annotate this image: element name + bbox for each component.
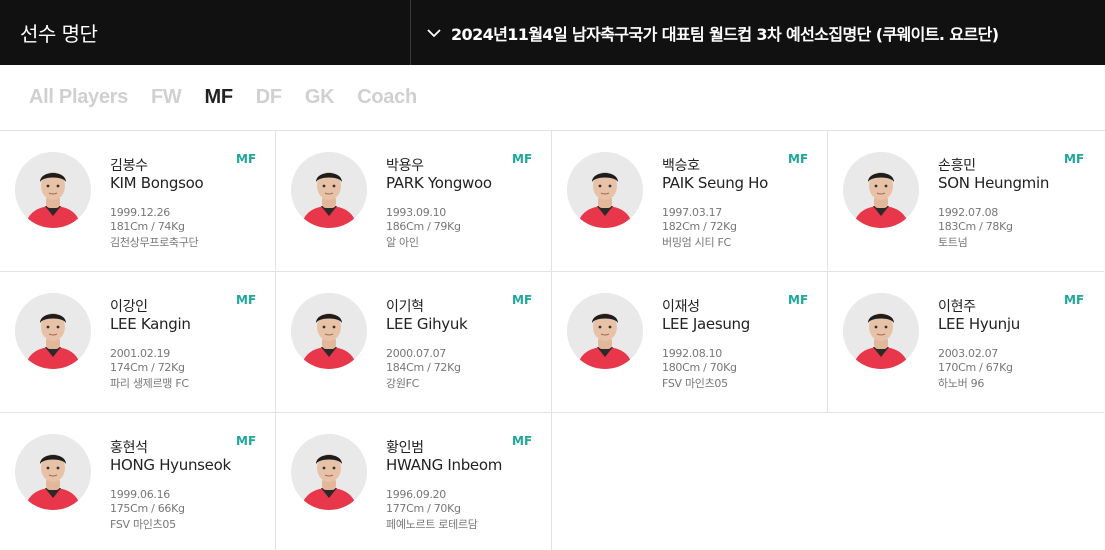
player-club: 강원FC	[386, 377, 420, 390]
player-card[interactable]: 이기혁 LEE Gihyuk MF 2000.07.07 184Cm / 72K…	[276, 272, 552, 413]
top-bar: 선수 명단 2024년11월4일 남자축구국가 대표팀 월드컵 3차 예선소집명…	[0, 0, 1105, 65]
player-club: 알 아인	[386, 236, 419, 249]
player-card[interactable]: 이재성 LEE Jaesung MF 1992.08.10 180Cm / 70…	[552, 272, 828, 413]
player-position-badge: MF	[236, 293, 257, 307]
player-position-badge: MF	[236, 152, 257, 166]
player-position-badge: MF	[1064, 293, 1085, 307]
player-name-english: SON Heungmin	[938, 174, 1050, 192]
player-height-weight: 177Cm / 70Kg	[386, 502, 461, 515]
player-photo	[291, 152, 367, 228]
player-photo	[15, 152, 91, 228]
player-name-korean: 박용우	[386, 158, 424, 174]
player-photo	[291, 434, 367, 510]
tab-all-players[interactable]: All Players	[29, 86, 128, 109]
player-birthdate: 1999.06.16	[110, 488, 170, 501]
player-birthdate: 1996.09.20	[386, 488, 446, 501]
player-birthdate: 1993.09.10	[386, 206, 446, 219]
player-height-weight: 174Cm / 72Kg	[110, 361, 185, 374]
position-filter-tabs: All Players FW MF DF GK Coach	[0, 65, 1105, 131]
player-name-english: LEE Gihyuk	[386, 315, 468, 333]
player-height-weight: 186Cm / 79Kg	[386, 220, 461, 233]
player-name-korean: 이기혁	[386, 299, 424, 315]
chevron-down-icon	[425, 24, 443, 42]
player-position-badge: MF	[1064, 152, 1085, 166]
player-name-korean: 이현주	[938, 299, 976, 315]
player-club: FSV 마인츠05	[662, 377, 728, 390]
player-height-weight: 175Cm / 66Kg	[110, 502, 185, 515]
squad-select-dropdown[interactable]: 2024년11월4일 남자축구국가 대표팀 월드컵 3차 예선소집명단 (쿠웨이…	[411, 0, 1105, 65]
player-name-english: LEE Jaesung	[662, 315, 750, 333]
player-card[interactable]: 백승호 PAIK Seung Ho MF 1997.03.17 182Cm / …	[552, 131, 828, 272]
player-name-english: LEE Kangin	[110, 315, 191, 333]
player-name-korean: 이재성	[662, 299, 700, 315]
tab-mf[interactable]: MF	[205, 86, 234, 109]
player-birthdate: 2001.02.19	[110, 347, 170, 360]
player-photo	[15, 293, 91, 369]
player-card[interactable]: 손흥민 SON Heungmin MF 1992.07.08 183Cm / 7…	[828, 131, 1104, 272]
player-name-korean: 손흥민	[938, 158, 976, 174]
player-card[interactable]: 이강인 LEE Kangin MF 2001.02.19 174Cm / 72K…	[0, 272, 276, 413]
player-height-weight: 181Cm / 74Kg	[110, 220, 185, 233]
player-name-english: PARK Yongwoo	[386, 174, 492, 192]
player-height-weight: 180Cm / 70Kg	[662, 361, 737, 374]
player-birthdate: 1999.12.26	[110, 206, 170, 219]
player-birthdate: 1992.07.08	[938, 206, 998, 219]
player-card[interactable]: 이현주 LEE Hyunju MF 2003.02.07 170Cm / 67K…	[828, 272, 1104, 413]
player-height-weight: 184Cm / 72Kg	[386, 361, 461, 374]
player-position-badge: MF	[512, 152, 533, 166]
player-birthdate: 2003.02.07	[938, 347, 998, 360]
player-photo	[567, 293, 643, 369]
player-card[interactable]: 황인범 HWANG Inbeom MF 1996.09.20 177Cm / 7…	[276, 413, 552, 550]
player-name-english: KIM Bongsoo	[110, 174, 204, 192]
player-club: 버밍엄 시티 FC	[662, 236, 731, 249]
page-title: 선수 명단	[0, 0, 411, 65]
player-height-weight: 170Cm / 67Kg	[938, 361, 1013, 374]
player-height-weight: 182Cm / 72Kg	[662, 220, 737, 233]
player-name-korean: 홍현석	[110, 440, 148, 456]
player-card[interactable]: 김봉수 KIM Bongsoo MF 1999.12.26 181Cm / 74…	[0, 131, 276, 272]
player-photo	[567, 152, 643, 228]
player-card[interactable]: 박용우 PARK Yongwoo MF 1993.09.10 186Cm / 7…	[276, 131, 552, 272]
player-club: FSV 마인츠05	[110, 518, 176, 531]
player-name-korean: 백승호	[662, 158, 700, 174]
player-birthdate: 1992.08.10	[662, 347, 722, 360]
tab-fw[interactable]: FW	[151, 86, 182, 109]
player-birthdate: 2000.07.07	[386, 347, 446, 360]
player-photo	[843, 152, 919, 228]
tab-gk[interactable]: GK	[305, 86, 335, 109]
player-name-english: LEE Hyunju	[938, 315, 1020, 333]
player-club: 하노버 96	[938, 377, 985, 390]
player-name-korean: 황인범	[386, 440, 424, 456]
player-birthdate: 1997.03.17	[662, 206, 722, 219]
player-position-badge: MF	[788, 152, 809, 166]
player-club: 토트넘	[938, 236, 968, 249]
player-name-korean: 김봉수	[110, 158, 148, 174]
player-photo	[843, 293, 919, 369]
player-club: 김천상무프로축구단	[110, 236, 199, 249]
player-position-badge: MF	[788, 293, 809, 307]
tab-df[interactable]: DF	[256, 86, 282, 109]
player-name-korean: 이강인	[110, 299, 148, 315]
player-name-english: HONG Hyunseok	[110, 456, 231, 474]
player-club: 파리 생제르맹 FC	[110, 377, 189, 390]
player-name-english: HWANG Inbeom	[386, 456, 503, 474]
player-club: 페예노르트 로테르담	[386, 518, 478, 531]
player-card[interactable]: 홍현석 HONG Hyunseok MF 1999.06.16 175Cm / …	[0, 413, 276, 550]
player-position-badge: MF	[512, 293, 533, 307]
player-height-weight: 183Cm / 78Kg	[938, 220, 1013, 233]
player-position-badge: MF	[512, 434, 533, 448]
player-position-badge: MF	[236, 434, 257, 448]
squad-select-label: 2024년11월4일 남자축구국가 대표팀 월드컵 3차 예선소집명단 (쿠웨이…	[451, 24, 999, 44]
player-photo	[15, 434, 91, 510]
player-name-english: PAIK Seung Ho	[662, 174, 768, 192]
tab-coach[interactable]: Coach	[357, 86, 417, 109]
player-photo	[291, 293, 367, 369]
